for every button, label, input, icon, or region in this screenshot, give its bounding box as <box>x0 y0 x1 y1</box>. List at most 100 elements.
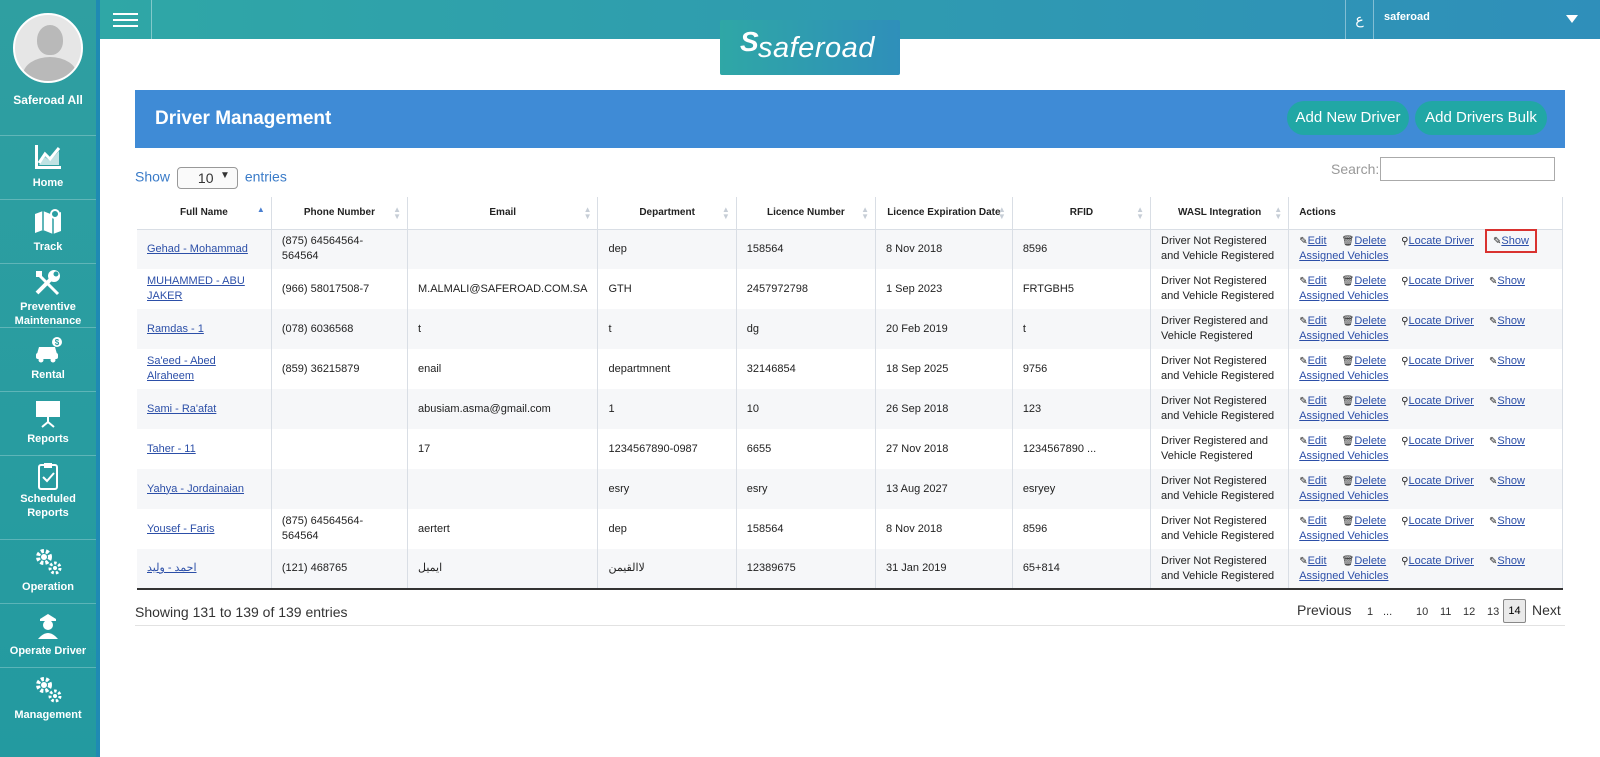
edit-link[interactable]: Edit <box>1308 275 1327 287</box>
col-rfid[interactable]: RFID ▲ ▼ <box>1012 197 1152 229</box>
col-licence-expiration[interactable]: Licence Expiration Date ▲ ▼ <box>875 197 1013 229</box>
assigned-vehicles-link[interactable]: Assigned Vehicles <box>1299 530 1388 542</box>
cell-licence: esry <box>736 469 876 509</box>
driver-name-link[interactable]: Sa'eed - Abed Alraheem <box>147 355 216 382</box>
edit-link[interactable]: Edit <box>1308 395 1327 407</box>
delete-link[interactable]: Delete <box>1354 475 1386 487</box>
col-email[interactable]: Email ▲ ▼ <box>407 197 599 229</box>
cell-licence: 32146854 <box>736 349 876 389</box>
show-link[interactable]: Show <box>1497 395 1525 407</box>
delete-link[interactable]: Delete <box>1354 355 1386 367</box>
driver-name-link[interactable]: MUHAMMED - ABU JAKER <box>147 275 245 302</box>
sidebar-item-operate-driver[interactable]: Operate Driver <box>0 603 96 667</box>
pagination-page[interactable]: 12 <box>1463 606 1475 618</box>
show-link[interactable]: Show <box>1497 355 1525 367</box>
assigned-vehicles-link[interactable]: Assigned Vehicles <box>1299 410 1388 422</box>
pagination-page[interactable]: 13 <box>1487 606 1499 618</box>
driver-name-link[interactable]: Ramdas - 1 <box>147 323 204 335</box>
col-phone[interactable]: Phone Number ▲ ▼ <box>271 197 409 229</box>
cell-department: dep <box>597 509 737 549</box>
sidebar-item-track[interactable]: Track <box>0 199 96 263</box>
delete-link[interactable]: Delete <box>1354 315 1386 327</box>
show-link[interactable]: Show <box>1497 515 1525 527</box>
sidebar-item-rental[interactable]: $ Rental <box>0 327 96 391</box>
edit-link[interactable]: Edit <box>1308 435 1327 447</box>
cell-name: Yousef - Faris <box>137 509 272 549</box>
cell-expiry: 18 Sep 2025 <box>875 349 1013 389</box>
assigned-vehicles-link[interactable]: Assigned Vehicles <box>1299 370 1388 382</box>
locate-driver-link[interactable]: Locate Driver <box>1409 435 1474 447</box>
locate-driver-link[interactable]: Locate Driver <box>1409 555 1474 567</box>
edit-link[interactable]: Edit <box>1308 555 1327 567</box>
pagination-page[interactable]: 10 <box>1416 606 1428 618</box>
sidebar-item-home[interactable]: Home <box>0 135 96 199</box>
assigned-vehicles-link[interactable]: Assigned Vehicles <box>1299 450 1388 462</box>
driver-name-link[interactable]: Sami - Ra'afat <box>147 403 216 415</box>
language-toggle[interactable]: ع <box>1345 0 1373 39</box>
cell-actions: ✎Edit 🗑Delete ⚲Locate Driver ✎Show Assig… <box>1288 429 1563 469</box>
show-link[interactable]: Show <box>1497 555 1525 567</box>
pagination-page[interactable]: 1 <box>1367 606 1373 618</box>
table-row: Gehad - Mohammad (875) 64564564-564564 d… <box>137 229 1563 269</box>
driver-name-link[interactable]: Yousef - Faris <box>147 523 214 535</box>
edit-link[interactable]: Edit <box>1308 475 1327 487</box>
assigned-vehicles-link[interactable]: Assigned Vehicles <box>1299 290 1388 302</box>
table-row: Taher - 11 17 1234567890-0987 6655 27 No… <box>137 429 1563 469</box>
col-licence-number[interactable]: Licence Number ▲ ▼ <box>736 197 876 229</box>
locate-driver-link[interactable]: Locate Driver <box>1409 355 1474 367</box>
avatar[interactable] <box>13 13 83 83</box>
locate-driver-link[interactable]: Locate Driver <box>1409 395 1474 407</box>
show-link[interactable]: Show <box>1497 435 1525 447</box>
edit-link[interactable]: Edit <box>1308 355 1327 367</box>
pagination-current-page[interactable]: 14 <box>1503 599 1526 623</box>
delete-link[interactable]: Delete <box>1354 395 1386 407</box>
delete-link[interactable]: Delete <box>1354 555 1386 567</box>
edit-link[interactable]: Edit <box>1308 235 1327 247</box>
user-menu[interactable]: saferoad <box>1373 0 1600 39</box>
add-new-driver-button[interactable]: Add New Driver <box>1287 101 1409 135</box>
pagination-previous[interactable]: Previous <box>1297 602 1351 618</box>
search-input[interactable] <box>1380 157 1555 181</box>
col-wasl[interactable]: WASL Integration ▲ ▼ <box>1150 197 1290 229</box>
assigned-vehicles-link[interactable]: Assigned Vehicles <box>1299 250 1388 262</box>
delete-link[interactable]: Delete <box>1354 275 1386 287</box>
show-link[interactable]: Show <box>1497 475 1525 487</box>
show-wrap: ✎Show <box>1489 395 1525 407</box>
edit-link[interactable]: Edit <box>1308 315 1327 327</box>
show-link[interactable]: Show <box>1501 235 1529 247</box>
delete-link[interactable]: Delete <box>1354 235 1386 247</box>
assigned-vehicles-link[interactable]: Assigned Vehicles <box>1299 330 1388 342</box>
locate-driver-link[interactable]: Locate Driver <box>1409 475 1474 487</box>
delete-link[interactable]: Delete <box>1354 435 1386 447</box>
pagination-next[interactable]: Next <box>1532 602 1561 618</box>
delete-link[interactable]: Delete <box>1354 515 1386 527</box>
sidebar-item-preventive-maintenance[interactable]: Preventive Maintenance <box>0 263 96 327</box>
menu-icon[interactable] <box>100 0 152 39</box>
driver-name-link[interactable]: Taher - 11 <box>147 443 196 455</box>
col-full-name[interactable]: Full Name ▲ <box>137 197 272 229</box>
sidebar-item-scheduled-reports[interactable]: Scheduled Reports <box>0 455 96 525</box>
locate-driver-link[interactable]: Locate Driver <box>1409 235 1474 247</box>
pagination-page[interactable]: 11 <box>1440 606 1451 618</box>
driver-name-link[interactable]: احمد - وليد <box>147 562 197 574</box>
cell-name: Gehad - Mohammad <box>137 229 272 269</box>
col-department[interactable]: Department ▲ ▼ <box>597 197 737 229</box>
entries-select[interactable]: 10 ▼ <box>176 167 238 189</box>
locate-driver-link[interactable]: Locate Driver <box>1409 275 1474 287</box>
sidebar-item-reports[interactable]: Reports <box>0 391 96 455</box>
driver-name-link[interactable]: Yahya - Jordainaian <box>147 483 244 495</box>
driver-name-link[interactable]: Gehad - Mohammad <box>147 243 248 255</box>
locate-driver-link[interactable]: Locate Driver <box>1409 515 1474 527</box>
show-link[interactable]: Show <box>1497 315 1525 327</box>
show-link[interactable]: Show <box>1497 275 1525 287</box>
show-wrap: ✎Show <box>1489 275 1525 287</box>
locate-driver-link[interactable]: Locate Driver <box>1409 315 1474 327</box>
add-drivers-bulk-button[interactable]: Add Drivers Bulk <box>1415 101 1547 135</box>
assigned-vehicles-link[interactable]: Assigned Vehicles <box>1299 570 1388 582</box>
edit-icon: ✎ <box>1299 236 1308 248</box>
sidebar-item-operation[interactable]: Operation <box>0 539 96 603</box>
location-pin-icon: ⚲ <box>1401 396 1409 407</box>
assigned-vehicles-link[interactable]: Assigned Vehicles <box>1299 490 1388 502</box>
sidebar-item-management[interactable]: Management <box>0 667 96 731</box>
edit-link[interactable]: Edit <box>1308 515 1327 527</box>
